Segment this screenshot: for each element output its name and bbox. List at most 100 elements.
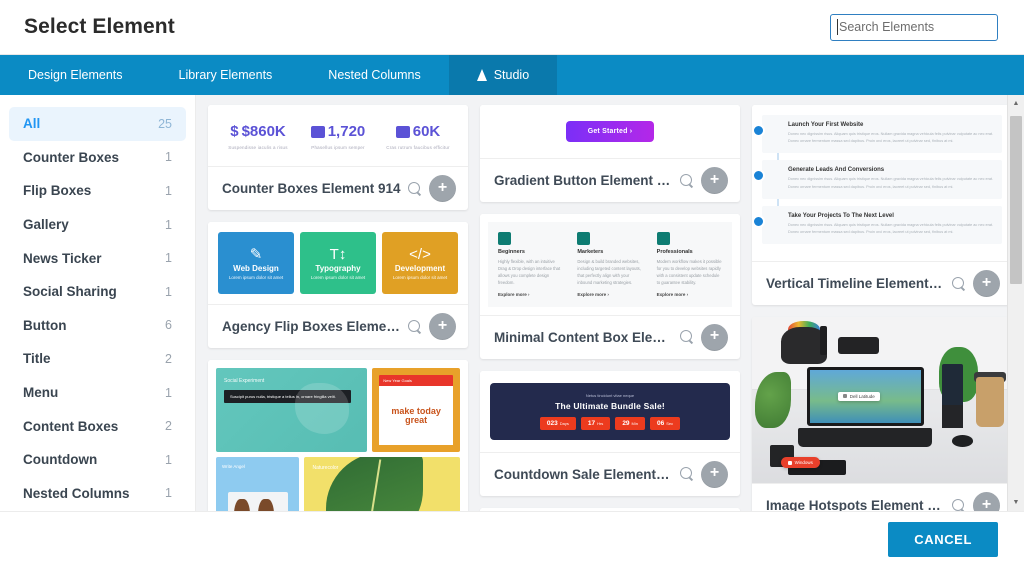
briefcase-icon	[656, 232, 670, 245]
add-element-button[interactable]: +	[429, 313, 456, 340]
content-box-body: Design & build branded websites, includi…	[577, 259, 641, 286]
flip-boxes-preview: ✎ Web Design Lorem ipsum dolor sit amet …	[208, 222, 468, 304]
card-preview: Get Started ›	[480, 105, 740, 158]
card-preview: Netus tincidunt vitae neque The Ultimate…	[480, 370, 740, 452]
cancel-button[interactable]: CANCEL	[888, 522, 998, 557]
countdown-label: Hrs	[597, 420, 604, 426]
counter-item: 60K Cras rutrum faucibus efficitur	[378, 123, 458, 150]
tab-studio[interactable]: Studio	[448, 55, 558, 104]
scroll-down-arrow[interactable]: ▼	[1008, 494, 1024, 511]
content-scrollbar[interactable]: ▲ ▼	[1007, 95, 1024, 511]
card-footer: Vertical Timeline Element 1710 +	[752, 261, 1012, 305]
flip-title: Typography	[315, 263, 361, 273]
add-element-button[interactable]: +	[701, 167, 728, 194]
card-title: Image Hotspots Element 919	[766, 498, 945, 511]
card-footer: Minimal Content Box Elemen... +	[480, 314, 740, 359]
scroll-up-arrow[interactable]: ▲	[1008, 95, 1024, 112]
counter-value: 60K	[412, 123, 441, 140]
card-title: Agency Flip Boxes Element 683	[222, 319, 401, 334]
element-card-gradient-button[interactable]: Get Started › Gradient Button Element 84…	[480, 105, 740, 202]
sidebar-item-content-boxes[interactable]: Content Boxes 2	[9, 409, 186, 443]
add-element-button[interactable]: +	[429, 175, 456, 202]
search-icon[interactable]	[679, 466, 695, 482]
flip-title: Development	[394, 263, 446, 273]
content-box-heading: Marketers	[577, 249, 604, 255]
laptop-icon	[842, 394, 847, 399]
card-preview: $ $860K Suspendisse iaculis a risus 1,72…	[208, 105, 468, 166]
sidebar-item-news-ticker[interactable]: News Ticker 1	[9, 241, 186, 275]
get-started-button: Get Started ›	[565, 121, 655, 142]
scrollbar-thumb[interactable]	[1010, 116, 1022, 285]
element-card-build-with[interactable]: Build With	[480, 507, 740, 511]
sidebar-item-label: All	[23, 116, 41, 132]
timeline-preview: Launch Your First Website Donec nec dign…	[752, 105, 1012, 261]
search-field-wrapper	[830, 13, 998, 41]
sidebar-item-count: 1	[165, 385, 172, 400]
element-card-flip-boxes[interactable]: ✎ Web Design Lorem ipsum dolor sit amet …	[208, 222, 468, 348]
sidebar-item-all[interactable]: All 25	[9, 107, 186, 141]
plus-icon: +	[981, 273, 992, 291]
search-icon[interactable]	[951, 498, 967, 511]
typography-icon: T↕	[329, 245, 347, 263]
tab-label: Library Elements	[178, 68, 273, 82]
counter-item: $ $860K Suspendisse iaculis a risus	[218, 123, 298, 150]
sidebar-item-title[interactable]: Title 2	[9, 342, 186, 376]
element-card-vertical-timeline[interactable]: Launch Your First Website Donec nec dign…	[752, 105, 1012, 306]
search-icon[interactable]	[407, 181, 423, 197]
content-box-link: Explore more ›	[498, 291, 530, 297]
timeline-body: Donec nec dignissim risus. Aliquam quis …	[788, 132, 994, 144]
windows-icon	[787, 460, 792, 465]
search-icon[interactable]	[679, 173, 695, 189]
element-card-counter-boxes[interactable]: $ $860K Suspendisse iaculis a risus 1,72…	[208, 105, 468, 210]
add-element-button[interactable]: +	[701, 323, 728, 351]
text-caret	[837, 18, 838, 35]
sidebar-item-flip-boxes[interactable]: Flip Boxes 1	[9, 174, 186, 208]
countdown-unit: 29 Min	[615, 416, 645, 430]
sidebar-item-label: Nested Columns	[23, 485, 130, 501]
hotspot-tooltip[interactable]: Dell Latitude	[837, 391, 880, 401]
sidebar-item-label: Button	[23, 317, 67, 333]
sidebar-item-social-sharing[interactable]: Social Sharing 1	[9, 275, 186, 309]
plus-icon: +	[709, 327, 720, 345]
tab-library-elements[interactable]: Library Elements	[151, 55, 301, 95]
sidebar-item-button[interactable]: Button 6	[9, 309, 186, 343]
search-icon[interactable]	[407, 319, 423, 335]
element-card-minimal-content-box[interactable]: Beginners Highly flexible, with an intui…	[480, 214, 740, 359]
sidebar-item-nested-columns[interactable]: Nested Columns 1	[9, 477, 186, 511]
tile-caption: Social Experiment	[224, 378, 265, 384]
tab-nested-columns[interactable]: Nested Columns	[300, 55, 448, 95]
modal-body: All 25 Counter Boxes 1 Flip Boxes 1 Gall…	[0, 95, 1024, 511]
user-icon	[577, 232, 591, 245]
content-box-heading: Beginners	[498, 249, 525, 255]
grid-column-3: Launch Your First Website Donec nec dign…	[752, 105, 1012, 511]
search-input[interactable]	[830, 13, 998, 41]
element-card-gallery[interactable]: Social Experiment Suscipit purus nulla, …	[208, 360, 468, 511]
element-card-countdown[interactable]: Netus tincidunt vitae neque The Ultimate…	[480, 370, 740, 496]
add-element-button[interactable]: +	[973, 492, 1000, 511]
search-icon[interactable]	[679, 329, 695, 345]
sidebar-item-counter-boxes[interactable]: Counter Boxes 1	[9, 141, 186, 175]
hotspot-tooltip[interactable]: Windows	[780, 457, 820, 469]
element-grid: $ $860K Suspendisse iaculis a risus 1,72…	[196, 95, 1024, 511]
sidebar-item-gallery[interactable]: Gallery 1	[9, 208, 186, 242]
card-footer: Image Hotspots Element 919 +	[752, 483, 1012, 511]
search-icon[interactable]	[951, 276, 967, 292]
tab-design-elements[interactable]: Design Elements	[0, 55, 151, 95]
counter-caption: Suspendisse iaculis a risus	[228, 145, 288, 150]
plus-icon: +	[709, 464, 720, 482]
add-element-button[interactable]: +	[973, 270, 1000, 298]
sidebar-item-label: Menu	[23, 385, 59, 401]
countdown-heading: The Ultimate Bundle Sale!	[555, 400, 665, 411]
sidebar-item-label: Counter Boxes	[23, 149, 120, 165]
add-element-button[interactable]: +	[701, 460, 728, 488]
sidebar-item-label: Gallery	[23, 217, 69, 233]
category-sidebar: All 25 Counter Boxes 1 Flip Boxes 1 Gall…	[0, 95, 196, 511]
timeline-heading: Launch Your First Website	[788, 122, 864, 128]
flip-box: ✎ Web Design Lorem ipsum dolor sit amet	[218, 232, 294, 294]
tile-caption: New Year Goals	[379, 375, 453, 386]
element-card-image-hotspots[interactable]: Dell Latitude Windows Image Hotspots Ele…	[752, 317, 1012, 511]
sidebar-item-menu[interactable]: Menu 1	[9, 376, 186, 410]
gallery-preview: Social Experiment Suscipit purus nulla, …	[208, 360, 468, 511]
scrollbar-track[interactable]	[1008, 112, 1024, 494]
sidebar-item-countdown[interactable]: Countdown 1	[9, 443, 186, 477]
